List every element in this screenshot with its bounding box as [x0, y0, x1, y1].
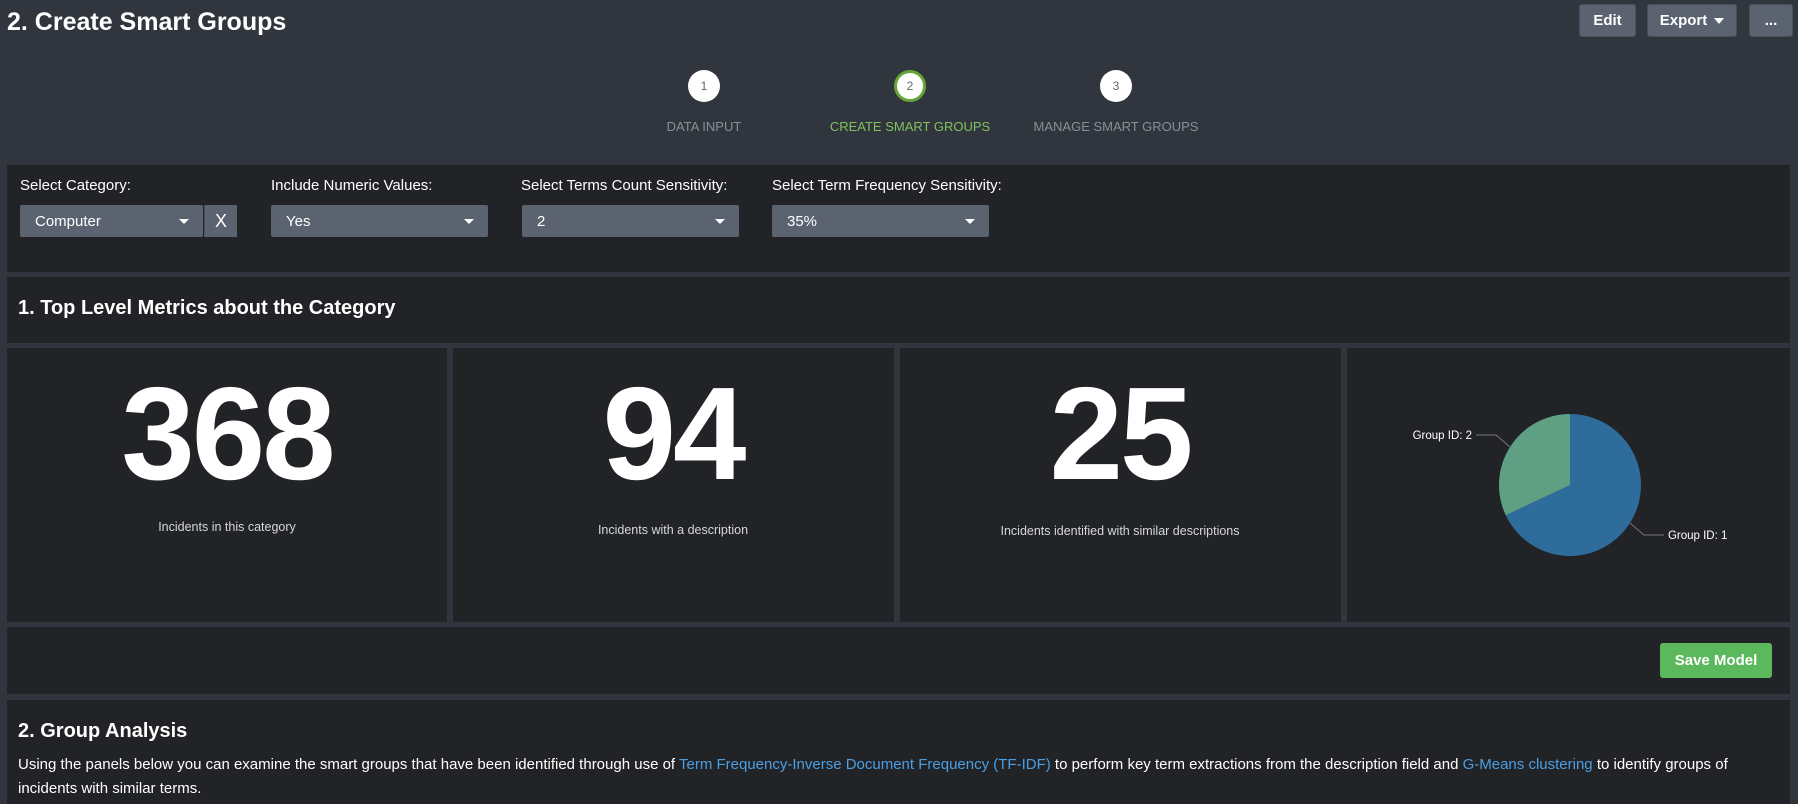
group-analysis-title: 2. Group Analysis	[18, 720, 188, 742]
save-panel	[7, 627, 1790, 694]
metric-value-1: 368	[121, 360, 335, 507]
export-button[interactable]: Export	[1647, 4, 1737, 37]
step-2-circle[interactable]: 2	[894, 70, 926, 102]
term-frequency-value: 35%	[787, 212, 818, 230]
category-value: Computer	[35, 212, 101, 230]
pie-panel: Group ID: 1 Group ID: 2	[1347, 348, 1790, 622]
desc-text-1: Using the panels below you can examine t…	[18, 756, 679, 773]
page-title: 2. Create Smart Groups	[7, 8, 287, 36]
export-label: Export	[1659, 12, 1708, 29]
pie-leader-line-1	[1629, 522, 1664, 536]
pie-label-2: Group ID: 2	[1413, 430, 1472, 442]
save-model-button[interactable]: Save Model	[1660, 643, 1772, 678]
numeric-value: Yes	[286, 212, 311, 230]
clear-category-button[interactable]: X	[204, 205, 237, 237]
metrics-title: 1. Top Level Metrics about the Category	[18, 297, 396, 319]
category-label: Select Category:	[20, 177, 131, 194]
numeric-label: Include Numeric Values:	[271, 177, 433, 194]
metric-value-2: 94	[602, 360, 747, 507]
step-3-label: MANAGE SMART GROUPS	[1033, 119, 1199, 134]
term-frequency-select[interactable]: 35%	[772, 205, 989, 237]
metric-label-3: Incidents identified with similar descri…	[1000, 524, 1240, 538]
step-1-circle[interactable]: 1	[688, 70, 720, 102]
pie-chart: Group ID: 1 Group ID: 2	[1413, 414, 1727, 556]
chevron-down-icon	[464, 219, 474, 224]
chevron-down-icon	[179, 219, 189, 224]
category-select[interactable]: Computer	[20, 205, 203, 237]
tfidf-link[interactable]: Term Frequency-Inverse Document Frequenc…	[679, 756, 1051, 773]
numeric-select[interactable]: Yes	[271, 205, 488, 237]
metric-value-3: 25	[1049, 360, 1194, 507]
terms-count-label: Select Terms Count Sensitivity:	[521, 177, 728, 194]
term-frequency-label: Select Term Frequency Sensitivity:	[772, 177, 1002, 194]
group-analysis-description: Using the panels below you can examine t…	[18, 753, 1758, 801]
terms-count-select[interactable]: 2	[522, 205, 739, 237]
desc-text-2: to perform key term extractions from the…	[1050, 756, 1463, 773]
more-button[interactable]: ...	[1749, 4, 1793, 37]
terms-count-value: 2	[537, 212, 546, 230]
metric-label-2: Incidents with a description	[597, 523, 749, 537]
pie-label-1: Group ID: 1	[1668, 530, 1727, 542]
chevron-down-icon	[715, 219, 725, 224]
chevron-down-icon	[965, 219, 975, 224]
metric-label-1: Incidents in this category	[158, 520, 296, 534]
step-3-circle[interactable]: 3	[1100, 70, 1132, 102]
edit-button[interactable]: Edit	[1579, 4, 1636, 37]
caret-down-icon	[1714, 17, 1725, 24]
pie-leader-line-2	[1476, 434, 1511, 448]
gmeans-link[interactable]: G-Means clustering	[1463, 756, 1593, 773]
